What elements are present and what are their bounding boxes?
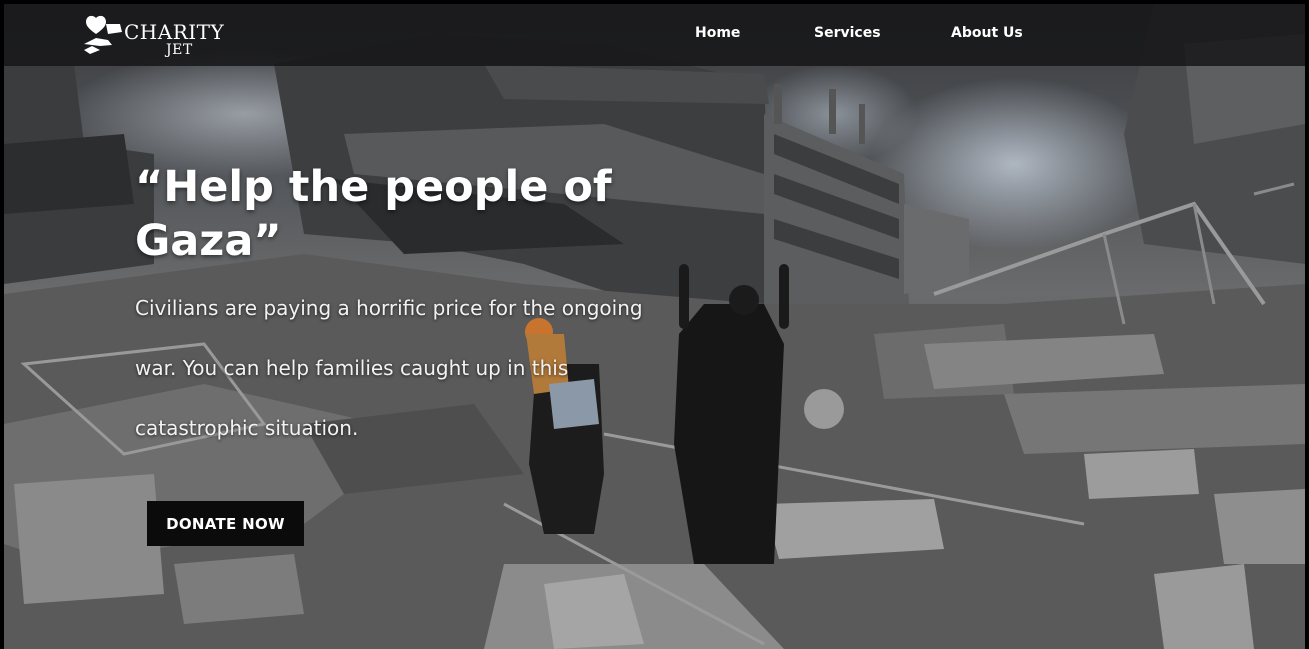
nav-home-link[interactable]: Home [695, 25, 740, 41]
hero-description: Civilians are paying a horrific price fo… [135, 296, 643, 440]
hero-title: “Help the people of Gaza” [135, 162, 612, 266]
brand-logo[interactable]: CHARITY JET [82, 12, 242, 58]
hero-section: CHARITY JET Home Services About Us “Help… [4, 4, 1305, 649]
navbar: CHARITY JET Home Services About Us [4, 4, 1305, 66]
brand-name-line2: JET [166, 42, 193, 58]
brand-name-line1: CHARITY [124, 20, 225, 44]
donate-now-button[interactable]: DONATE NOW [147, 501, 304, 546]
nav-services-link[interactable]: Services [814, 25, 881, 41]
hands-heart-icon [84, 15, 122, 54]
nav-about-us-link[interactable]: About Us [951, 25, 1023, 41]
